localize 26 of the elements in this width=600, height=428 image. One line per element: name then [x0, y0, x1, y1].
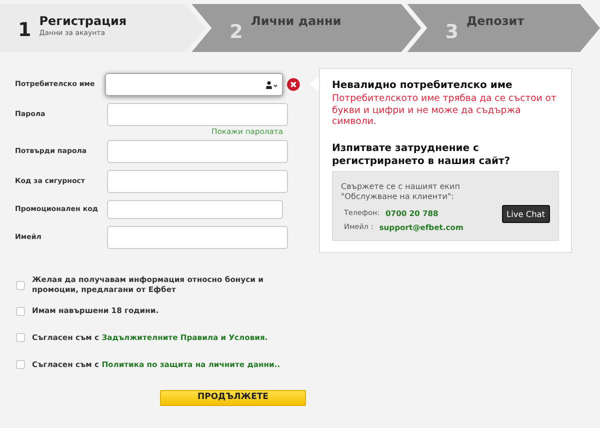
username-field[interactable] [105, 73, 284, 96]
step-tab[interactable]: 2 Лични данни [192, 4, 422, 52]
step-number: 2 [230, 23, 243, 42]
step-title: Регистрация [39, 15, 127, 28]
step-title: Лични данни [250, 15, 342, 28]
error-icon [287, 78, 300, 91]
step-number: 1 [18, 21, 32, 40]
checkbox[interactable] [16, 360, 25, 370]
help-title: Изпитвате затруднение с регистрирането в нашия сайт? [332, 142, 512, 168]
step-number: 3 [445, 23, 458, 42]
step-title: Депозит [466, 15, 524, 28]
error-title: Невалидно потребителско име [332, 79, 514, 93]
live-chat-button[interactable]: Live Chat [502, 205, 550, 224]
checkbox[interactable] [16, 306, 25, 316]
input-field[interactable] [107, 226, 288, 249]
input-field[interactable] [107, 140, 288, 163]
input-field[interactable] [107, 103, 288, 126]
checkbox[interactable] [16, 333, 25, 342]
user-icon[interactable] [265, 80, 278, 88]
input-field[interactable] [107, 170, 288, 193]
error-message: Потребителското име трябва да се състои от букви и цифри и не може да съдържа символи. [332, 93, 558, 128]
input-field[interactable] [107, 200, 283, 219]
help-text: Свържете се с нашият екип "Обслужване на клиенти": [341, 182, 461, 203]
continue-button[interactable]: ПРОДЪЛЖЕТЕ [160, 390, 306, 406]
step-tab[interactable]: 3 Депозит [407, 4, 600, 52]
checkbox[interactable] [16, 280, 25, 290]
